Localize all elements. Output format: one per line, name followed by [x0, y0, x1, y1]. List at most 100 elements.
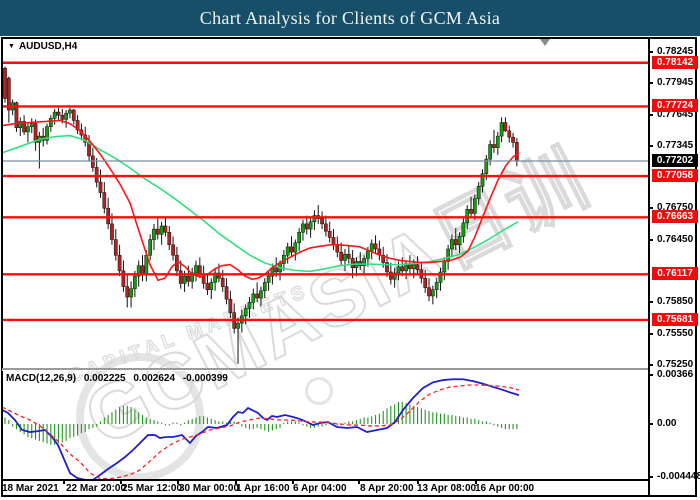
candle-bear [99, 182, 102, 192]
candle-bear [511, 137, 514, 142]
candle-bear [229, 299, 232, 313]
candle-bear [103, 193, 106, 209]
candle-bull [496, 136, 499, 147]
candle-bear [305, 224, 308, 229]
candle-bull [149, 240, 152, 256]
candle-bear [469, 209, 472, 213]
candle-bear [320, 219, 323, 224]
candle-bull [366, 251, 369, 258]
symbol-label[interactable]: ▼ AUDUSD,H4 [8, 41, 77, 52]
candle-bull [49, 118, 52, 126]
candle-bear [107, 208, 110, 224]
candle-bear [110, 224, 113, 240]
candle-bear [256, 294, 259, 298]
candle-bull [473, 199, 476, 214]
candle-bear [198, 266, 201, 274]
candle-bear [454, 240, 457, 245]
candle-bear [3, 68, 6, 98]
candle-bull [53, 112, 56, 118]
candle-bear [61, 115, 64, 119]
candle-bear [206, 283, 209, 289]
candle-bull [294, 243, 297, 252]
candle-bull [263, 282, 266, 290]
candle-bull [183, 276, 186, 283]
candle-bear [374, 244, 377, 249]
candle-bull [236, 323, 239, 328]
candle-bear [225, 287, 228, 300]
ma-slow-line [2, 136, 518, 272]
candle-bull [343, 254, 346, 260]
candle-bull [447, 249, 450, 262]
candle-bull [133, 276, 136, 289]
candle-bear [156, 229, 159, 234]
indicator-name: MACD(12,26,9) [6, 373, 76, 384]
candle-bear [118, 255, 121, 271]
candle-bear [427, 288, 430, 296]
candle-bull [489, 144, 492, 159]
candle-bull [412, 265, 415, 269]
candle-bull [65, 113, 68, 119]
candle-bull [435, 282, 438, 289]
candle-bear [504, 123, 507, 131]
candle-bear [290, 247, 293, 252]
candle-bear [164, 226, 167, 232]
candle-bear [515, 142, 518, 161]
indicator-label: MACD(12,26,9) 0.002225 0.002624 -0.00039… [6, 373, 233, 384]
candle-bull [152, 229, 155, 239]
candle-bull [30, 124, 33, 127]
candle-bear [179, 271, 182, 284]
candle-bull [466, 209, 469, 223]
candle-bull [244, 309, 247, 316]
candle-bull [248, 302, 251, 308]
price-axis-separator [648, 38, 650, 497]
candle-bear [275, 268, 278, 272]
app-window: Chart Analysis for Clients of GCM Asia G… [0, 0, 700, 500]
candle-bull [309, 222, 312, 229]
chevron-down-icon[interactable]: ▼ [8, 43, 15, 50]
candle-bull [301, 224, 304, 232]
candle-bear [57, 112, 60, 115]
candle-bull [370, 244, 373, 251]
candle-bear [95, 167, 98, 182]
candle-bear [347, 254, 350, 258]
candle-bull [267, 276, 270, 282]
candle-bear [324, 224, 327, 231]
candle-bull [500, 123, 503, 137]
candle-bear [187, 276, 190, 281]
candle-bull [129, 289, 132, 297]
chart-canvas[interactable] [0, 0, 700, 500]
indicator-panel-separator[interactable] [2, 368, 648, 371]
candle-bear [72, 110, 75, 120]
symbol-text: AUDUSD,H4 [19, 41, 77, 52]
candle-bear [416, 265, 419, 270]
candle-bull [298, 232, 301, 242]
candle-bear [171, 245, 174, 255]
candle-bear [332, 237, 335, 244]
candle-bear [336, 245, 339, 252]
candle-bear [91, 156, 94, 167]
candle-bull [259, 291, 262, 298]
candle-bear [126, 287, 129, 297]
candle-bull [194, 266, 197, 273]
macd-signal-line [2, 385, 519, 479]
ma-fast-line [2, 120, 519, 280]
candle-bull [26, 127, 29, 132]
candle-bull [68, 110, 71, 113]
candle-bear [328, 231, 331, 237]
candle-bull [477, 186, 480, 199]
candle-bear [389, 272, 392, 279]
candle-bull [450, 240, 453, 249]
candle-bull [443, 262, 446, 272]
candle-bull [397, 267, 400, 273]
candle-bear [7, 78, 10, 110]
candle-bear [114, 240, 117, 256]
candle-bear [34, 124, 37, 143]
candle-bull [431, 290, 434, 296]
candle-bear [351, 258, 354, 267]
chart-shift-marker-icon[interactable] [540, 39, 550, 46]
candle-bull [210, 282, 213, 289]
candle-bull [252, 294, 255, 302]
candle-bear [401, 267, 404, 271]
candle-bull [462, 223, 465, 237]
time-axis-separator [2, 479, 648, 481]
